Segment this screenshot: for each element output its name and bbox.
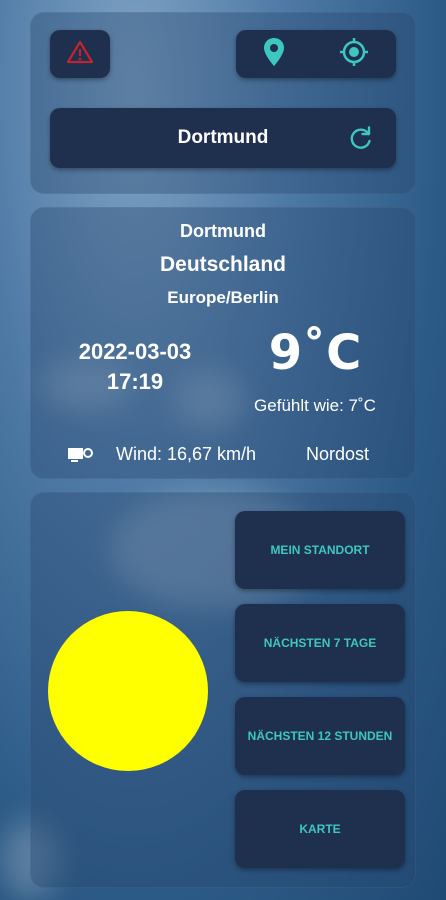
refresh-icon[interactable] [348, 125, 374, 156]
location-toolbar [236, 30, 396, 78]
next-12-hours-label: NÄCHSTEN 12 STUNDEN [247, 729, 393, 743]
weather-time: 17:19 [106, 369, 164, 394]
weather-info-panel: Dortmund Deutschland Europe/Berlin 2022-… [30, 207, 416, 479]
weather-country: Deutschland [159, 253, 287, 276]
weather-date: 2022-03-03 [78, 339, 192, 364]
city-search-bar[interactable]: Dortmund [50, 108, 396, 168]
warning-button[interactable] [50, 30, 110, 78]
my-location-button[interactable]: MEIN STANDORT [235, 511, 405, 589]
wind-speed: Wind: 16,67 km/h [116, 444, 257, 464]
weather-city: Dortmund [180, 221, 266, 241]
weather-timezone: Europe/Berlin [167, 288, 279, 307]
weather-feels-like: Gefühlt wie: 7˚C [254, 396, 376, 415]
warning-triangle-icon [66, 40, 94, 69]
my-location-label: MEIN STANDORT [270, 543, 370, 557]
map-button[interactable]: KARTE [235, 790, 405, 868]
next-12-hours-button[interactable]: NÄCHSTEN 12 STUNDEN [235, 697, 405, 775]
wind-icon [68, 445, 94, 468]
gps-target-icon[interactable] [339, 37, 369, 72]
location-pin-icon[interactable] [263, 37, 285, 72]
sun-icon [48, 611, 208, 771]
next-7-days-button[interactable]: NÄCHSTEN 7 TAGE [235, 604, 405, 682]
weather-temperature: 9˚C [268, 325, 362, 381]
map-label: KARTE [299, 822, 341, 836]
controls-panel: Dortmund [30, 12, 416, 194]
wind-direction: Nordost [306, 444, 370, 464]
next-7-days-label: NÄCHSTEN 7 TAGE [263, 636, 377, 650]
city-input-value[interactable]: Dortmund [178, 127, 269, 149]
